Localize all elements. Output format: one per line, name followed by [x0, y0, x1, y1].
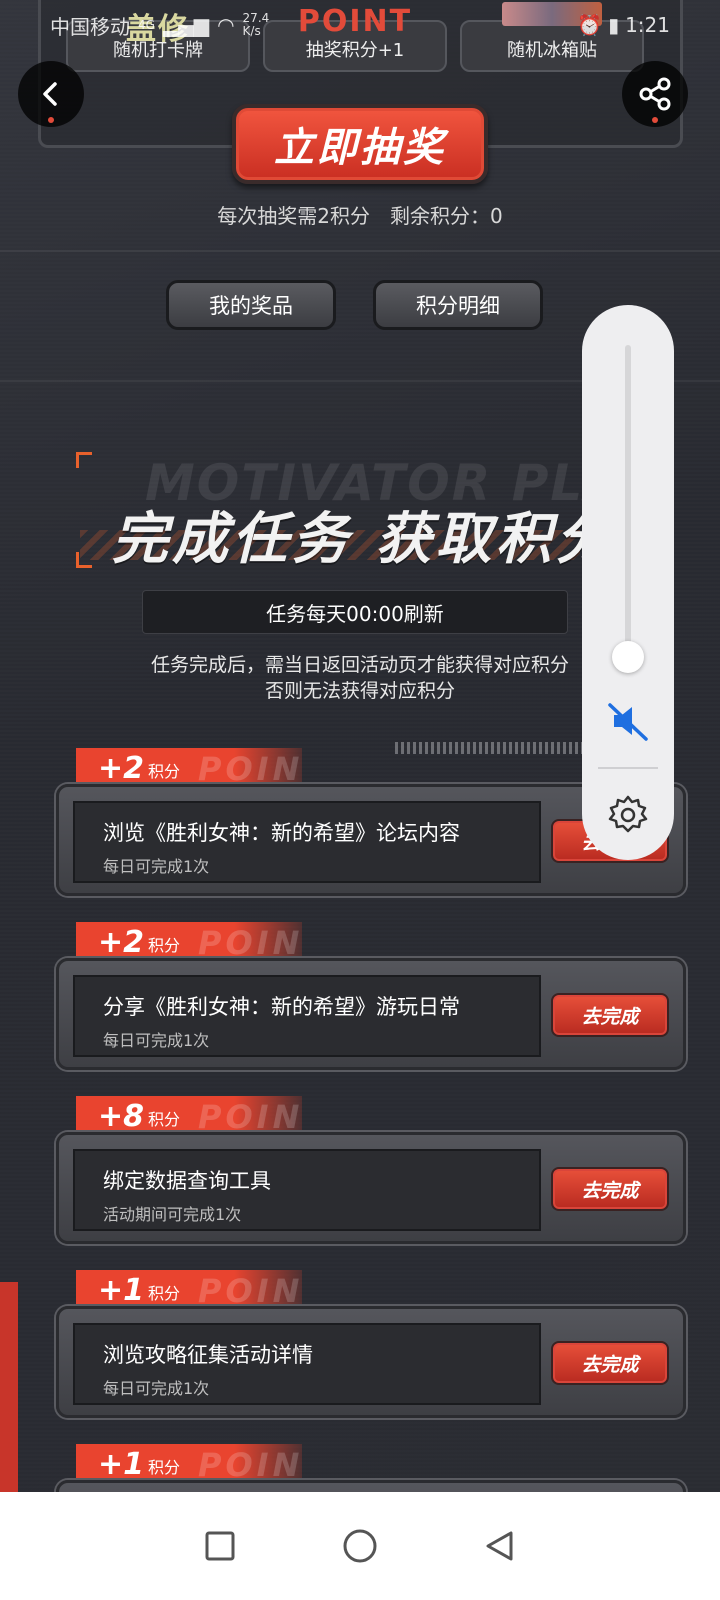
triangle-back-icon [486, 1531, 513, 1561]
mute-toggle[interactable] [604, 697, 652, 745]
volume-slider-track[interactable] [625, 345, 631, 665]
task-go-button[interactable]: 去完成 [551, 1167, 669, 1211]
points-badge: +2 积分 POIN [76, 922, 302, 962]
sound-settings-button[interactable] [604, 791, 652, 839]
points-badge: +1 积分 POIN [76, 1270, 302, 1310]
battery-icon: ▮ [608, 13, 620, 37]
task-frequency: 每日可完成1次 [103, 1379, 210, 1398]
back-arrow-icon [43, 82, 57, 106]
task-frequency: 活动期间可完成1次 [103, 1205, 242, 1224]
back-button[interactable] [18, 61, 84, 127]
signal-icon: ▂▄▆ [162, 13, 210, 37]
volume-slider-handle[interactable] [612, 641, 644, 673]
task-go-button[interactable]: 去完成 [551, 993, 669, 1037]
deco-line [0, 250, 720, 252]
task-body: 浏览《胜利女神：新的希望》论坛内容 每日可完成1次 [73, 801, 541, 883]
corner-bracket [76, 452, 92, 468]
note-line: 任务完成后，需当日返回活动页才能获得对应积分 [150, 654, 569, 676]
points-unit: 积分 [148, 1110, 181, 1129]
carrier-label: 中国移动 [50, 14, 130, 39]
share-indicator [652, 117, 658, 123]
share-button[interactable] [622, 61, 688, 127]
points-unit: 积分 [148, 762, 181, 781]
task-title: 绑定数据查询工具 [103, 1169, 271, 1193]
edge-decoration [0, 1282, 18, 1492]
task-body: 绑定数据查询工具 活动期间可完成1次 [73, 1149, 541, 1231]
nav-back-button[interactable] [470, 1516, 530, 1576]
section-title: 完成任务 获取积分 [112, 507, 616, 572]
volume-panel [582, 305, 674, 860]
recent-apps-button[interactable] [190, 1516, 250, 1576]
hatch-decoration [395, 742, 605, 754]
task-frequency: 每日可完成1次 [103, 857, 210, 876]
points-unit: 积分 [148, 936, 181, 955]
share-icon [639, 77, 671, 111]
task-card: 分享《胜利女神：新的希望》游玩日常 每日可完成1次 去完成 [56, 958, 686, 1070]
task-title: 浏览《胜利女神：新的希望》论坛内容 [103, 821, 460, 845]
task-go-button[interactable]: 去完成 [551, 1341, 669, 1385]
alarm-icon: ⏰ [577, 13, 603, 37]
points-badge: +8 积分 POIN [76, 1096, 302, 1136]
draw-button[interactable]: 立即抽奖 [232, 104, 488, 184]
task-body: 分享《胜利女神：新的希望》游玩日常 每日可完成1次 [73, 975, 541, 1057]
panel-divider [598, 767, 658, 769]
task-card: 绑定数据查询工具 活动期间可完成1次 去完成 [56, 1132, 686, 1244]
points-badge: +1 积分 POIN [76, 1444, 302, 1484]
draw-info: 每次抽奖需2积分 剩余积分：0 [217, 204, 503, 228]
gear-icon [608, 795, 648, 833]
poin-deco: POIN [198, 1098, 304, 1136]
poin-deco: POIN [198, 924, 304, 962]
network-label: 4G [138, 18, 155, 32]
poin-deco: POIN [198, 750, 304, 788]
task-title: 分享《胜利女神：新的希望》游玩日常 [103, 995, 460, 1019]
points-value: +2 [98, 925, 145, 960]
my-prizes-button[interactable]: 我的奖品 [166, 280, 336, 330]
points-unit: 积分 [148, 1284, 181, 1303]
wifi-icon: ◠ [217, 13, 235, 37]
note-line: 否则无法获得对应积分 [264, 680, 455, 702]
task-frequency: 每日可完成1次 [103, 1031, 210, 1050]
points-detail-button[interactable]: 积分明细 [373, 280, 543, 330]
points-value: +1 [98, 1447, 145, 1482]
speed-unit: K/s [242, 24, 261, 38]
volume-muted-icon [608, 703, 648, 741]
points-value: +8 [98, 1099, 145, 1134]
circle-icon [343, 1529, 377, 1563]
navigation-bar [0, 1492, 720, 1600]
task-body: 浏览攻略征集活动详情 每日可完成1次 [73, 1323, 541, 1405]
points-value: +2 [98, 751, 145, 786]
task-note: 任务完成后，需当日返回活动页才能获得对应积分 否则无法获得对应积分 [100, 652, 620, 704]
home-button[interactable] [330, 1516, 390, 1576]
refresh-notice: 任务每天00:00刷新 [142, 590, 568, 634]
back-indicator [48, 117, 54, 123]
task-title: 浏览攻略征集活动详情 [103, 1343, 313, 1367]
poin-deco: POIN [198, 1272, 304, 1310]
points-badge: +2 积分 POIN [76, 748, 302, 788]
task-card: 浏览攻略征集活动详情 每日可完成1次 去完成 [56, 1306, 686, 1418]
points-value: +1 [98, 1273, 145, 1308]
points-unit: 积分 [148, 1458, 181, 1477]
clock: 1:21 [625, 13, 670, 37]
poin-deco: POIN [198, 1446, 304, 1484]
square-icon [205, 1531, 235, 1561]
status-bar: 中国移动 4G ▂▄▆ ◠ 27.4 K/s ⏰ ▮ 1:21 [0, 0, 720, 50]
